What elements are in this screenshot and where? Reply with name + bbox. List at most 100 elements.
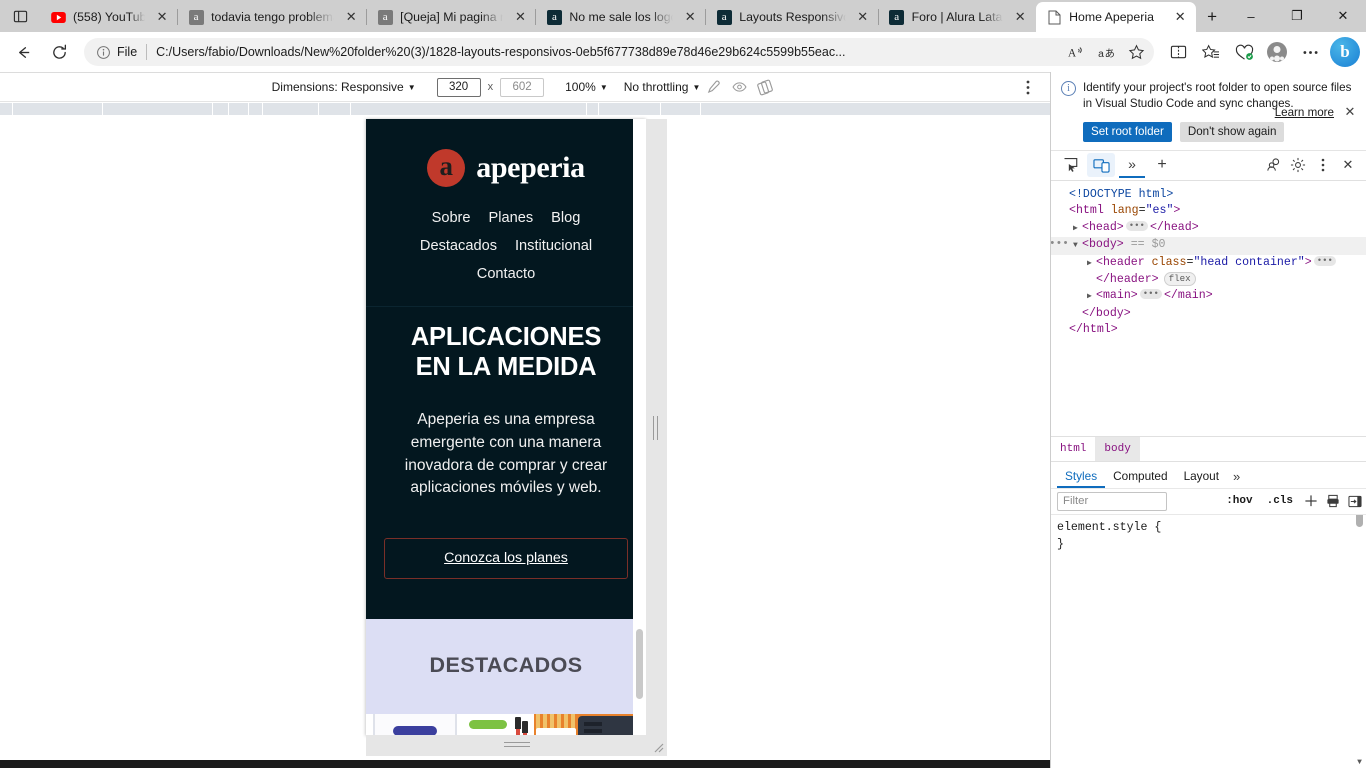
reload-icon[interactable] (42, 37, 76, 67)
new-tab-button[interactable]: + (1196, 2, 1228, 32)
browser-tab[interactable]: a [Queja] Mi pagina no ✕ (366, 2, 536, 32)
inspect-element-icon[interactable] (1057, 153, 1085, 177)
device-emulation-icon[interactable] (1087, 153, 1115, 178)
height-input[interactable]: 602 (500, 77, 545, 97)
site-logo[interactable]: a apeperia (366, 149, 646, 187)
expand-arrow-icon[interactable]: ▶ (1087, 256, 1096, 272)
browser-tab[interactable]: (558) YouTube ✕ (40, 2, 178, 32)
expand-arrow-icon[interactable]: ▶ (1073, 221, 1082, 237)
browser-tab[interactable]: a No me sale los logos ✕ (535, 2, 706, 32)
add-style-rule-icon[interactable] (1300, 490, 1322, 512)
close-icon[interactable]: ✕ (680, 7, 700, 27)
dom-node-main[interactable]: ▶ <main> ••• </main> (1051, 288, 1366, 305)
computed-sidebar-icon[interactable] (1344, 490, 1366, 512)
page-scrollbar[interactable] (633, 119, 646, 736)
close-icon[interactable]: ✕ (341, 7, 361, 27)
more-kebab-icon[interactable] (1294, 37, 1326, 67)
device-ruler[interactable] (0, 101, 1050, 115)
browser-tab[interactable]: a Foro | Alura Latam ✕ (877, 2, 1036, 32)
close-icon[interactable]: ✕ (510, 7, 530, 27)
filter-input[interactable]: Filter (1057, 491, 1167, 511)
throttling-dropdown[interactable]: No throttling ▼ (624, 80, 701, 94)
dom-node-html-close[interactable]: </html> (1051, 322, 1366, 338)
tab-actions-icon[interactable] (0, 0, 40, 32)
ellipsis-badge[interactable]: ••• (1125, 220, 1148, 231)
device-resize-handle-bottom[interactable] (366, 735, 667, 756)
dom-node-html-open[interactable]: <html lang="es"> (1051, 203, 1366, 219)
dont-show-again-button[interactable]: Don't show again (1179, 121, 1285, 142)
node-badge-icon[interactable]: ••• (1051, 236, 1069, 252)
info-circle-icon[interactable] (94, 43, 112, 61)
toggle-print-media-icon[interactable] (1322, 490, 1344, 512)
more-tabs-icon[interactable]: » (1227, 469, 1246, 488)
scrollbar-thumb[interactable] (636, 629, 643, 699)
settings-gear-icon[interactable] (1286, 153, 1310, 177)
ellipsis-badge[interactable]: ••• (1139, 289, 1162, 300)
nav-link-contacto[interactable]: Contacto (477, 266, 535, 282)
dom-node-head[interactable]: ▶ <head> ••• </head> (1051, 220, 1366, 237)
close-icon[interactable]: ✕ (1342, 104, 1358, 120)
zoom-dropdown[interactable]: 100% ▼ (565, 80, 608, 94)
read-aloud-icon[interactable]: A (1062, 40, 1090, 64)
back-arrow-icon[interactable] (6, 37, 40, 67)
rotate-icon[interactable] (752, 76, 778, 98)
dimensions-dropdown[interactable]: Dimensions: Responsive ▼ (272, 80, 416, 94)
more-options-icon[interactable] (1311, 153, 1335, 177)
hov-toggle[interactable]: :hov (1219, 495, 1259, 507)
expand-arrow-icon[interactable]: ▶ (1087, 289, 1096, 305)
devtools-customize-icon[interactable] (1261, 153, 1285, 177)
dom-node-body-selected[interactable]: •••▼<body> == $0 (1051, 236, 1366, 255)
close-window-button[interactable]: ✕ (1320, 0, 1366, 32)
set-root-folder-button[interactable]: Set root folder (1083, 121, 1172, 142)
avatar[interactable] (1261, 37, 1293, 67)
close-icon[interactable]: ✕ (1170, 7, 1190, 27)
split-screen-icon[interactable] (1162, 37, 1194, 67)
tab-styles[interactable]: Styles (1057, 470, 1106, 488)
style-rule-selector[interactable]: element.style { (1057, 519, 1366, 536)
address-bar[interactable]: File C:/Users/fabio/Downloads/New%20fold… (84, 38, 1154, 66)
nav-link-blog[interactable]: Blog (551, 210, 580, 226)
translate-icon[interactable]: aあ (1092, 40, 1120, 64)
nav-link-sobre[interactable]: Sobre (432, 210, 471, 226)
close-icon[interactable]: ✕ (1010, 7, 1030, 27)
close-devtools-icon[interactable]: ✕ (1336, 153, 1360, 177)
cls-toggle[interactable]: .cls (1260, 495, 1300, 507)
device-resize-handle-right[interactable] (646, 119, 667, 736)
flex-badge[interactable]: flex (1163, 271, 1196, 286)
more-options-icon[interactable] (1020, 77, 1036, 97)
browser-tab[interactable]: a todavia tengo problemas ✕ (177, 2, 367, 32)
breadcrumb-item-body[interactable]: body (1095, 436, 1140, 461)
dom-node-header-close[interactable]: </header> flex (1051, 271, 1366, 288)
breadcrumb-item-html[interactable]: html (1051, 437, 1095, 461)
scrollbar-thumb[interactable] (1356, 514, 1363, 527)
tab-computed[interactable]: Computed (1105, 470, 1175, 488)
add-tab-icon[interactable]: + (1149, 153, 1175, 177)
close-icon[interactable]: ✕ (853, 7, 873, 27)
nav-link-planes[interactable]: Planes (489, 210, 534, 226)
browser-tab[interactable]: a Layouts Responsivos ✕ (705, 2, 878, 32)
eyedropper-icon[interactable] (700, 76, 726, 98)
minimize-button[interactable]: – (1228, 0, 1274, 32)
scroll-down-arrow-icon[interactable]: ▼ (1354, 757, 1365, 768)
dom-node-doctype[interactable]: <!DOCTYPE html> (1051, 187, 1366, 203)
device-resize-handle-corner[interactable] (646, 735, 667, 756)
restore-button[interactable]: ❐ (1274, 0, 1320, 32)
browser-essentials-icon[interactable] (1228, 37, 1260, 67)
width-input[interactable]: 320 (436, 77, 481, 97)
vision-deficiency-icon[interactable] (726, 76, 752, 98)
dom-tree[interactable]: <!DOCTYPE html> <html lang="es"> ▶ <head>… (1051, 181, 1366, 436)
hero-cta-button[interactable]: Conozca los planes (384, 538, 628, 580)
more-tabs-icon[interactable]: » (1119, 152, 1145, 179)
close-icon[interactable]: ✕ (152, 7, 172, 27)
star-icon[interactable] (1122, 40, 1150, 64)
dom-node-body-close[interactable]: </body> (1051, 306, 1366, 322)
tab-layout[interactable]: Layout (1176, 470, 1227, 488)
styles-pane-body[interactable]: element.style { } ▲ ▼ (1051, 513, 1366, 768)
nav-link-institucional[interactable]: Institucional (515, 238, 592, 254)
learn-more-link[interactable]: Learn more (1275, 106, 1334, 119)
dom-node-header[interactable]: ▶ <header class="head container"> ••• (1051, 255, 1366, 272)
styles-scrollbar[interactable]: ▲ ▼ (1354, 514, 1365, 768)
browser-tab-active[interactable]: Home Apeperia ✕ (1036, 2, 1197, 32)
nav-link-destacados[interactable]: Destacados (420, 238, 497, 254)
bing-copilot-icon[interactable]: b (1330, 37, 1360, 67)
